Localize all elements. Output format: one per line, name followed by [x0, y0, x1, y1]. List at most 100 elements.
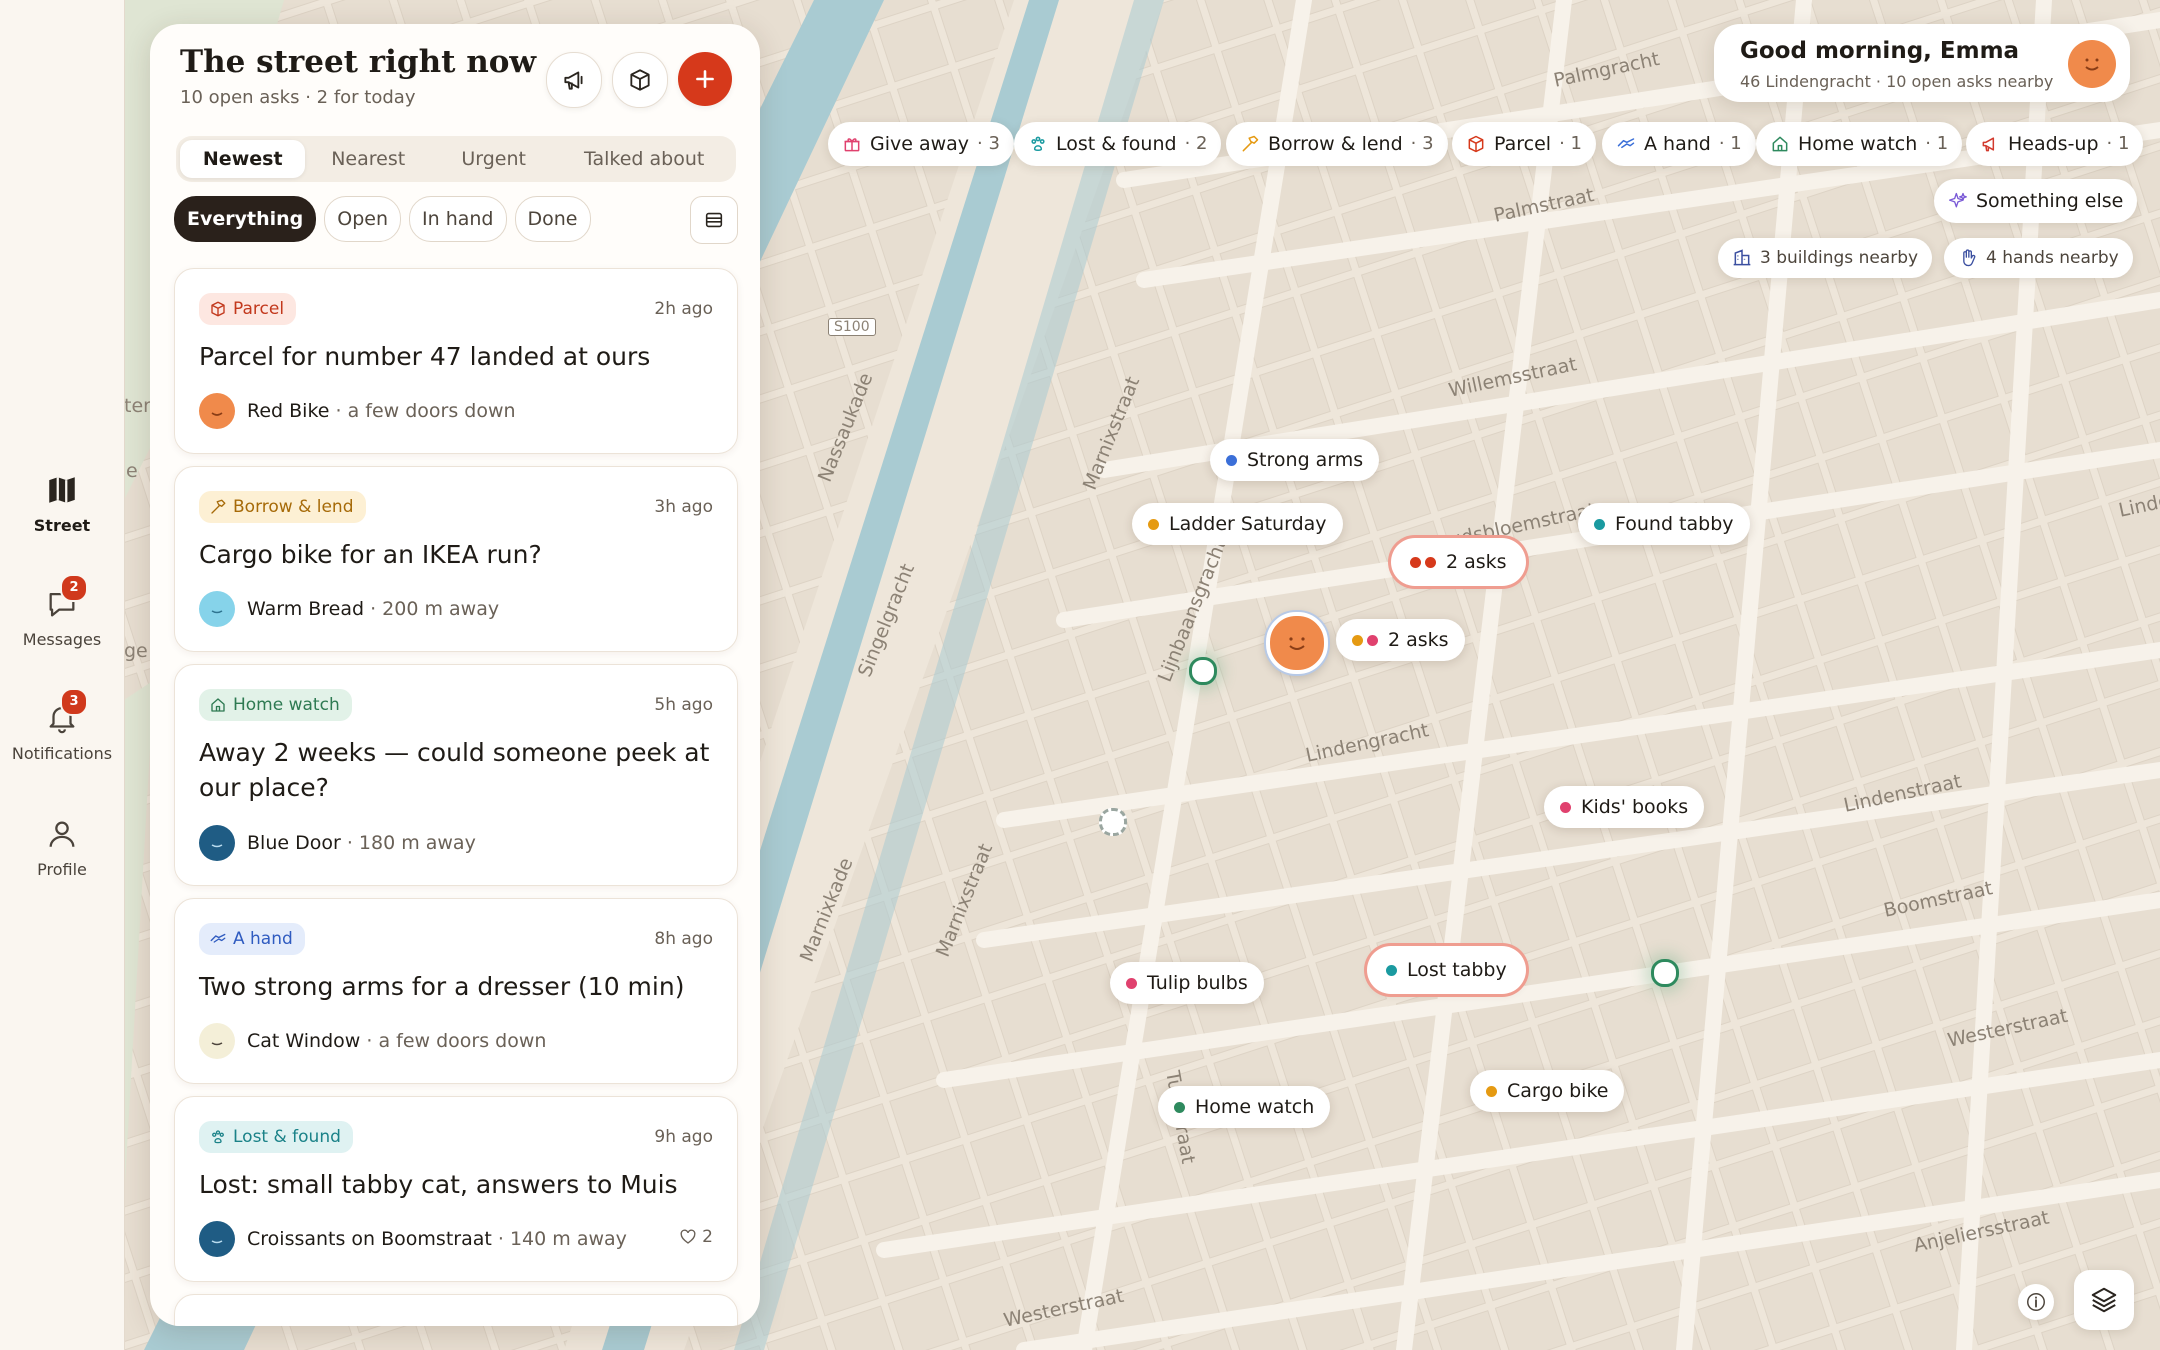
- new-ask-button[interactable]: [678, 52, 732, 106]
- nav-profile[interactable]: Profile: [0, 814, 124, 879]
- category-home-watch[interactable]: Home watch · 1: [1756, 122, 1963, 166]
- gift-icon: [844, 138, 860, 152]
- pending-marker[interactable]: [1099, 808, 1127, 836]
- parcel-button[interactable]: [612, 52, 668, 108]
- nav-rail: Street 2 Messages 3 Notifications Profil…: [0, 0, 125, 1350]
- map-pin[interactable]: Tulip bulbs: [1110, 962, 1264, 1004]
- sort-tab-urgent[interactable]: Urgent: [431, 140, 556, 178]
- map-pin[interactable]: Kids' books: [1544, 786, 1705, 828]
- ask-title: Parcel for number 47 landed at ours: [199, 342, 651, 371]
- ask-title: Cargo bike for an IKEA run?: [199, 540, 542, 569]
- map-pin[interactable]: Home watch: [1158, 1086, 1331, 1128]
- filter-done[interactable]: Done: [514, 196, 591, 242]
- house-icon: [1772, 136, 1788, 152]
- poster-name: Blue Door: [247, 832, 341, 854]
- category-a-hand[interactable]: A hand · 1: [1602, 122, 1756, 166]
- filter-everything[interactable]: Everything: [174, 196, 317, 242]
- poster: Red Bike · a few doors down: [199, 393, 516, 429]
- category-label: Parcel: [1494, 133, 1552, 155]
- pin-dot: [1486, 1085, 1497, 1097]
- map-cluster-pin[interactable]: 2 asks: [1336, 619, 1465, 661]
- box-icon: [211, 301, 225, 317]
- pin-label: Tulip bulbs: [1147, 972, 1248, 994]
- handshake-icon: [210, 933, 226, 943]
- pin-dot: [1560, 801, 1571, 813]
- category-borrow-lend[interactable]: Borrow & lend · 3: [1226, 122, 1448, 166]
- street-label: ge: [124, 640, 148, 662]
- map-info-button[interactable]: [2018, 1284, 2054, 1320]
- category-count: · 1: [1559, 133, 1582, 154]
- category-lost-found[interactable]: Lost & found · 2: [1014, 122, 1222, 166]
- buildings-nearby-chip[interactable]: 3 buildings nearby: [1718, 238, 1933, 278]
- ask-card[interactable]: [174, 1294, 738, 1326]
- neighbour-marker[interactable]: [1651, 959, 1679, 987]
- map-cluster-pin[interactable]: 2 asks: [1394, 541, 1523, 583]
- feed-subtitle: 10 open asks · 2 for today: [180, 87, 416, 108]
- nav-label: Messages: [22, 630, 102, 649]
- category-count: · 1: [1925, 133, 1949, 154]
- category-parcel[interactable]: Parcel · 1: [1452, 122, 1596, 166]
- like-button[interactable]: 2: [679, 1227, 713, 1247]
- ask-card[interactable]: Borrow & lend 3h ago Cargo bike for an I…: [174, 466, 738, 652]
- pin-dot: [1126, 977, 1137, 989]
- list-icon: [705, 212, 723, 228]
- map-layers-button[interactable]: [2074, 1270, 2134, 1330]
- category-something-else[interactable]: Something else: [1934, 179, 2138, 223]
- category-heads-up[interactable]: Heads-up · 1: [1966, 122, 2144, 166]
- sort-tab-newest[interactable]: Newest: [180, 140, 306, 178]
- feed-panel: The street right now 10 open asks · 2 fo…: [150, 24, 760, 1326]
- sort-tabs: Newest Nearest Urgent Talked about: [176, 136, 736, 182]
- pin-label: Found tabby: [1615, 513, 1734, 535]
- nav-street[interactable]: Street: [0, 470, 124, 535]
- ask-card[interactable]: Parcel 2h ago Parcel for number 47 lande…: [174, 268, 738, 454]
- megaphone-icon: [564, 71, 583, 90]
- category-tag: Lost & found: [199, 1121, 353, 1153]
- pin-label: 2 asks: [1446, 551, 1507, 573]
- poster-distance: · 180 m away: [340, 832, 476, 854]
- my-location-avatar[interactable]: [1266, 612, 1328, 674]
- map-pin[interactable]: Lost tabby: [1370, 949, 1523, 991]
- map-pin[interactable]: Found tabby: [1578, 503, 1750, 545]
- map-pin[interactable]: Strong arms: [1210, 439, 1380, 481]
- poster-distance: · a few doors down: [329, 400, 516, 422]
- category-give-away[interactable]: Give away · 3: [828, 122, 1014, 166]
- category-count: · 1: [2106, 133, 2130, 154]
- post-time: 9h ago: [654, 1127, 713, 1147]
- category-label: Something else: [1976, 190, 2124, 212]
- street-label: ter: [124, 395, 151, 417]
- poster: Blue Door · 180 m away: [199, 825, 476, 861]
- pin-dot: [1410, 556, 1421, 568]
- ask-card[interactable]: A hand 8h ago Two strong arms for a dres…: [174, 898, 738, 1084]
- filter-in-hand[interactable]: In hand: [409, 196, 507, 242]
- poster-name: Croissants on Boomstraat: [247, 1228, 492, 1250]
- ask-title: Away 2 weeks — could someone peek at our…: [199, 738, 710, 802]
- user-avatar[interactable]: [2068, 40, 2116, 88]
- map-pin[interactable]: Cargo bike: [1470, 1070, 1625, 1112]
- heads-up-button[interactable]: [546, 52, 602, 108]
- chat-icon: 2: [42, 574, 88, 624]
- like-count: 2: [702, 1227, 713, 1247]
- category-tag: Borrow & lend: [199, 491, 366, 523]
- pin-dot: [1425, 556, 1436, 568]
- plus-icon: [696, 70, 714, 88]
- category-label: Borrow & lend: [1268, 133, 1403, 155]
- nav-label: Street: [33, 516, 91, 535]
- filter-open[interactable]: Open: [324, 196, 402, 242]
- poster-name: Red Bike: [247, 400, 330, 422]
- ask-card[interactable]: Lost & found 9h ago Lost: small tabby ca…: [174, 1096, 738, 1282]
- road-number-label: S100: [828, 318, 876, 336]
- greeting-card[interactable]: Good morning, Emma 46 Lindengracht · 10 …: [1714, 24, 2130, 102]
- nav-messages[interactable]: 2 Messages: [0, 574, 124, 649]
- view-toggle-button[interactable]: [690, 196, 738, 244]
- hands-nearby-chip[interactable]: 4 hands nearby: [1944, 238, 2133, 278]
- sort-tab-nearest[interactable]: Nearest: [305, 140, 430, 178]
- neighbour-marker[interactable]: [1189, 657, 1217, 685]
- status-filters: Everything Open In hand Done: [174, 196, 591, 242]
- ask-card[interactable]: Home watch 5h ago Away 2 weeks — could s…: [174, 664, 738, 886]
- map-pin[interactable]: Ladder Saturday: [1132, 503, 1343, 545]
- category-label: Heads-up: [2008, 133, 2099, 155]
- nav-notifications[interactable]: 3 Notifications: [0, 688, 124, 763]
- sort-tab-talked-about[interactable]: Talked about: [556, 140, 732, 178]
- poster: Croissants on Boomstraat · 140 m away: [199, 1221, 627, 1257]
- pin-dot: [1386, 964, 1397, 976]
